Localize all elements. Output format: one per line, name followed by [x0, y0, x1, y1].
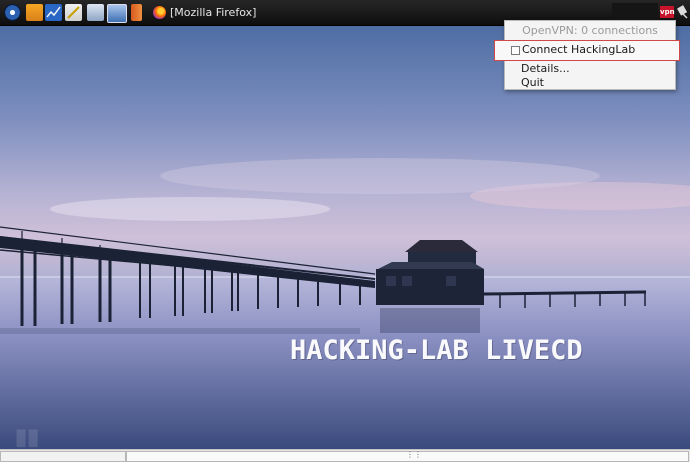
vpn-status-label: OpenVPN: 0 connections active	[522, 24, 658, 53]
system-monitor-icon[interactable]	[45, 4, 62, 21]
openvpn-menu: OpenVPN: 0 connections active Connect Ha…	[494, 20, 680, 91]
status-box	[0, 451, 126, 462]
watermark-mark: ▮▮	[15, 424, 39, 449]
plug-icon[interactable]	[677, 5, 689, 19]
pen-glyph-icon	[67, 6, 80, 19]
quit-item[interactable]: Quit	[505, 75, 675, 91]
firefox-icon	[153, 6, 166, 19]
app-menu-icon[interactable]	[4, 4, 21, 21]
book-icon[interactable]	[131, 4, 142, 21]
bottom-bar: ⋮⋮	[0, 449, 690, 462]
wallpaper-title: HACKING-LAB LIVECD	[290, 335, 583, 366]
taskbar-item-firefox[interactable]: [Mozilla Firefox]	[151, 3, 271, 22]
notes-icon[interactable]	[26, 4, 43, 21]
grip-icon[interactable]: ⋮⋮	[406, 450, 422, 460]
display-icon[interactable]	[107, 4, 127, 23]
openvpn-tray-icon[interactable]: vpn	[660, 6, 675, 18]
connect-hackinglab-item[interactable]: Connect HackingLab	[494, 40, 680, 61]
network-icon[interactable]	[87, 4, 104, 21]
taskbar-item-label: [Mozilla Firefox]	[170, 6, 257, 19]
checkbox-icon	[511, 46, 520, 55]
quit-item-label: Quit	[521, 76, 544, 89]
connect-item-label: Connect HackingLab	[522, 43, 636, 56]
tray-area	[612, 3, 658, 21]
chart-glyph-icon	[46, 6, 61, 18]
text-editor-icon[interactable]	[65, 4, 82, 21]
